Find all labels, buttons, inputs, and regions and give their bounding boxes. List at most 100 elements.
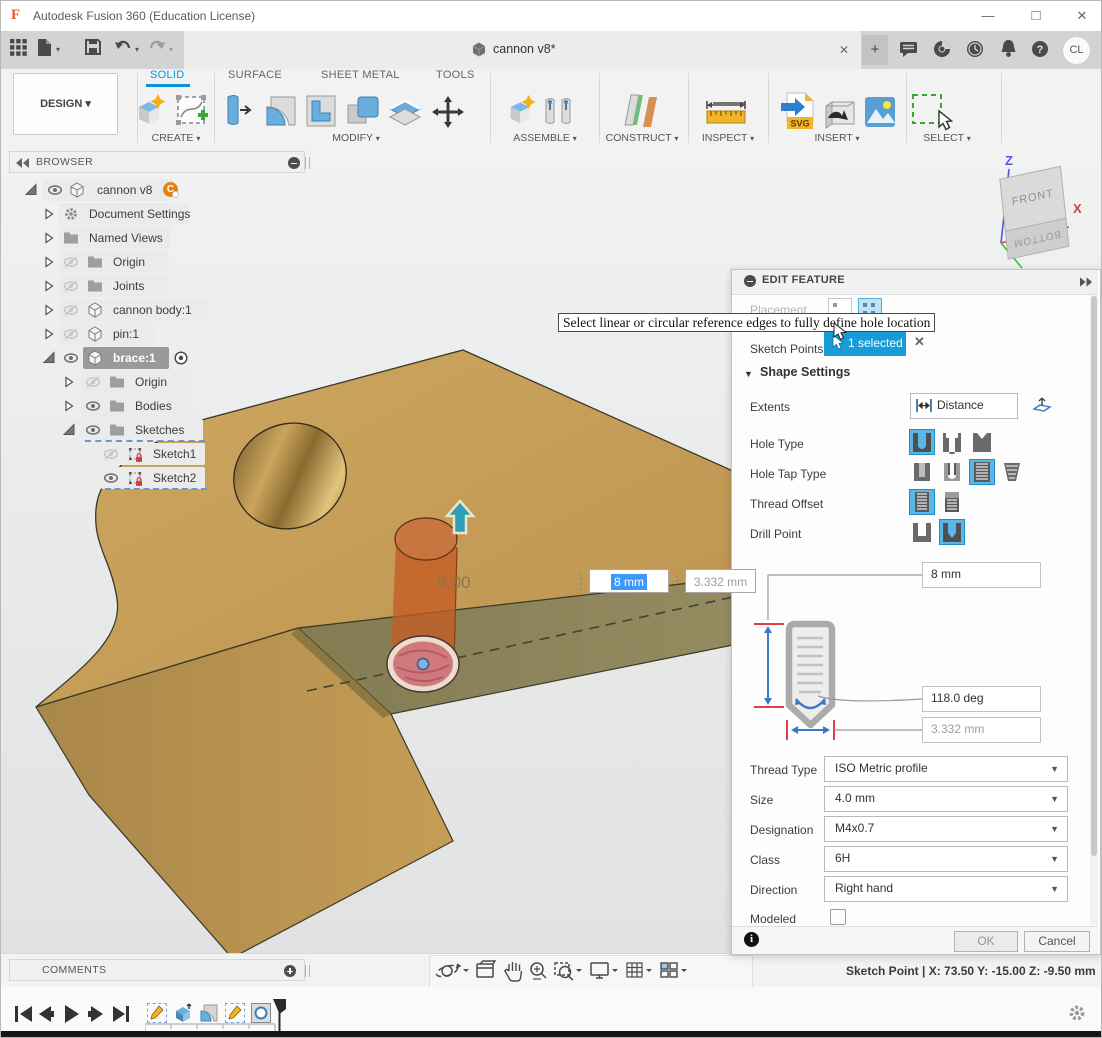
create-group-label[interactable]: CREATE ▾ xyxy=(141,132,211,144)
activate-component-icon[interactable] xyxy=(173,350,189,366)
timeline-feature-sketch1[interactable] xyxy=(147,1003,167,1023)
insert-canvas-icon[interactable] xyxy=(863,95,897,129)
timeline-feature-sketch2[interactable] xyxy=(225,1003,245,1023)
diameter-input-floating[interactable]: 3.332 mm xyxy=(685,569,756,593)
insert-group-label[interactable]: INSERT ▾ xyxy=(806,132,868,144)
visibility-off-eye-icon[interactable] xyxy=(63,302,79,318)
tree-row-origin[interactable]: Origin xyxy=(1,251,301,273)
tree-row-named-views[interactable]: Named Views xyxy=(1,227,301,249)
info-icon[interactable]: i xyxy=(744,932,759,947)
tree-row-joints[interactable]: Joints xyxy=(1,275,301,297)
clear-selection-icon[interactable]: ✕ xyxy=(914,334,925,350)
hole-type-simple-icon[interactable] xyxy=(910,430,934,454)
expand-closed-icon[interactable] xyxy=(41,278,57,294)
dialog-minimize-icon[interactable] xyxy=(744,275,756,287)
tree-row-sketch1[interactable]: Sketch1 xyxy=(1,443,301,465)
depth-input-floating[interactable]: 8 mm xyxy=(589,569,669,593)
expand-open-icon[interactable] xyxy=(61,422,77,438)
modeled-checkbox[interactable] xyxy=(830,909,846,925)
comments-panel-header[interactable]: COMMENTS xyxy=(9,959,305,981)
clock-history-icon[interactable] xyxy=(966,40,984,58)
tree-row-brace-origin[interactable]: Origin xyxy=(1,371,301,393)
workspace-switcher[interactable]: DESIGN ▾ xyxy=(13,73,118,135)
thread-type-dropdown[interactable]: ISO Metric profile▼ xyxy=(824,756,1068,782)
tree-row-sketches[interactable]: Sketches xyxy=(1,419,301,441)
thread-offset-full-icon[interactable] xyxy=(910,490,934,514)
combine-icon[interactable] xyxy=(345,93,381,129)
angle-input[interactable]: 118.0 deg xyxy=(922,686,1041,712)
tree-label[interactable]: Document Settings xyxy=(89,203,190,225)
tap-type-tapped-icon[interactable] xyxy=(970,460,994,484)
job-status-icon[interactable] xyxy=(933,40,951,58)
undo-caret[interactable]: ▾ xyxy=(135,45,139,54)
help-icon[interactable]: ? xyxy=(1031,40,1049,58)
construct-group-label[interactable]: CONSTRUCT ▾ xyxy=(599,132,685,144)
tap-type-clearance-icon[interactable] xyxy=(940,460,964,484)
assemble-component-icon[interactable] xyxy=(503,91,539,129)
thread-offset-partial-icon[interactable] xyxy=(940,490,964,514)
shape-settings-title[interactable]: Shape Settings xyxy=(760,365,850,379)
timeline-playback[interactable] xyxy=(13,1003,133,1025)
tree-row-document-settings[interactable]: Document Settings xyxy=(1,203,301,225)
expand-closed-icon[interactable] xyxy=(41,206,57,222)
tree-row-bodies[interactable]: Bodies xyxy=(1,395,301,417)
extents-dropdown[interactable]: Distance xyxy=(910,393,1018,419)
tap-type-simple-icon[interactable] xyxy=(910,460,934,484)
insert-mesh-icon[interactable] xyxy=(822,94,858,130)
redo-icon[interactable] xyxy=(148,39,166,55)
tree-label[interactable]: cannon v8 xyxy=(97,179,152,201)
notification-bell-icon[interactable] xyxy=(1000,39,1017,58)
dialog-expand-icon[interactable] xyxy=(1080,277,1093,287)
modify-group-label[interactable]: MODIFY ▾ xyxy=(321,132,391,144)
tree-row-cannon-body[interactable]: cannon body:1 xyxy=(1,299,301,321)
tap-type-taper-tapped-icon[interactable] xyxy=(1000,460,1024,484)
document-tab-title[interactable]: cannon v8* xyxy=(493,42,556,56)
visibility-eye-icon[interactable] xyxy=(85,398,101,414)
visibility-eye-icon[interactable] xyxy=(63,350,79,366)
tree-row-pin[interactable]: pin:1 xyxy=(1,323,301,345)
dialog-scrollbar[interactable] xyxy=(1090,295,1098,925)
diameter-input[interactable]: 3.332 mm xyxy=(922,717,1041,743)
flip-direction-icon[interactable] xyxy=(1032,395,1052,415)
comments-expand-icon[interactable] xyxy=(284,965,296,977)
tab-solid[interactable]: SOLID xyxy=(150,69,185,81)
undo-icon[interactable] xyxy=(114,39,132,55)
depth-input[interactable]: 8 mm xyxy=(922,562,1041,588)
hole-type-counterbore-icon[interactable] xyxy=(940,430,964,454)
designation-dropdown[interactable]: M4x0.7▼ xyxy=(824,816,1068,842)
size-dropdown[interactable]: 4.0 mm▼ xyxy=(824,786,1068,812)
class-dropdown[interactable]: 6H▼ xyxy=(824,846,1068,872)
construct-plane-icon[interactable] xyxy=(617,91,661,131)
new-tab-button[interactable]: + xyxy=(862,35,888,65)
expand-closed-icon[interactable] xyxy=(61,374,77,390)
visibility-off-eye-icon[interactable] xyxy=(63,254,79,270)
timeline-feature-extrude[interactable] xyxy=(173,1003,193,1023)
tree-label[interactable]: Sketch1 xyxy=(153,443,196,465)
file-menu-caret[interactable]: ▾ xyxy=(56,45,60,54)
tab-sheet-metal[interactable]: SHEET METAL xyxy=(321,69,400,81)
nav-toolbar-icons[interactable] xyxy=(433,957,749,985)
tab-surface[interactable]: SURFACE xyxy=(228,69,282,81)
expand-closed-icon[interactable] xyxy=(41,326,57,342)
tree-label[interactable]: Sketches xyxy=(135,419,184,441)
comments-feed-icon[interactable] xyxy=(899,41,918,58)
shell-icon[interactable] xyxy=(304,93,338,129)
cancel-button[interactable]: Cancel xyxy=(1024,931,1090,952)
minimize-button[interactable]: — xyxy=(973,1,1003,31)
expand-open-icon[interactable] xyxy=(41,350,57,366)
drill-point-flat-icon[interactable] xyxy=(910,520,934,544)
inspect-group-label[interactable]: INSPECT ▾ xyxy=(693,132,763,144)
scrollbar-thumb[interactable] xyxy=(1091,296,1097,856)
fillet-icon[interactable] xyxy=(263,93,299,129)
dialog-header[interactable]: EDIT FEATURE xyxy=(732,270,1098,295)
select-icon[interactable] xyxy=(909,91,953,133)
tree-label[interactable]: pin:1 xyxy=(113,323,139,345)
hole-type-countersink-icon[interactable] xyxy=(970,430,994,454)
app-grid-icon[interactable] xyxy=(10,39,27,56)
timeline-feature-fillet[interactable] xyxy=(199,1003,219,1023)
tree-label[interactable]: Origin xyxy=(113,251,145,273)
drill-point-angle-icon[interactable] xyxy=(940,520,964,544)
visibility-eye-icon[interactable] xyxy=(47,182,63,198)
visibility-off-eye-icon[interactable] xyxy=(103,446,119,462)
tab-close-icon[interactable]: ✕ xyxy=(839,43,849,57)
